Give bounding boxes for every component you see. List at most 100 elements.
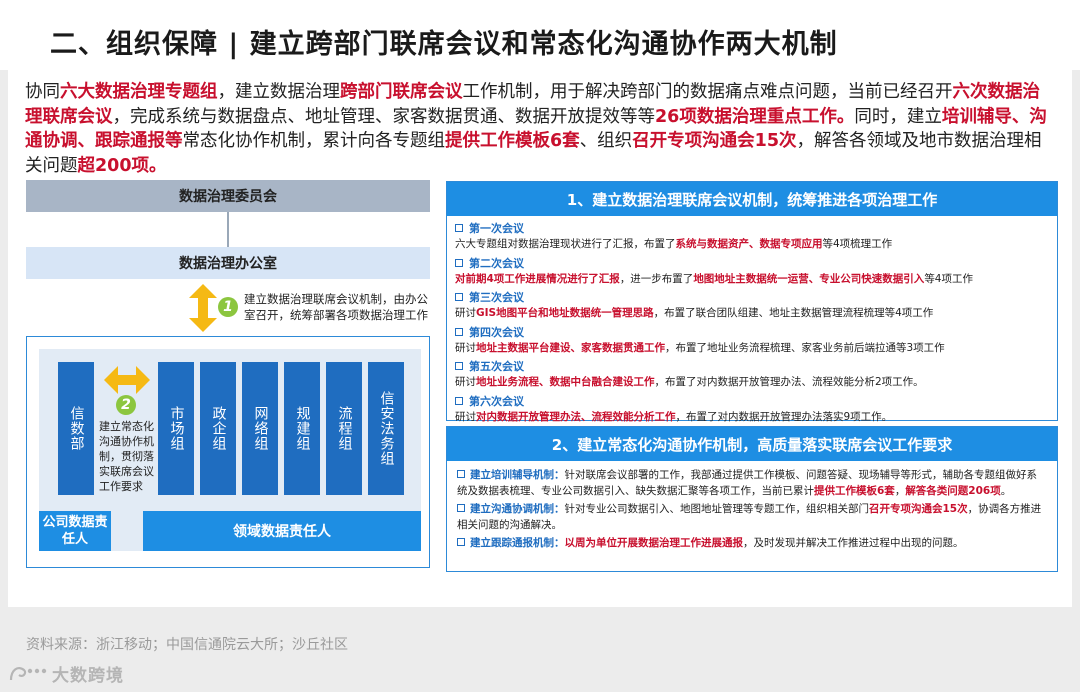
meeting-title-text: 第六次会议 [469, 394, 524, 408]
watermark-logo: 大数跨境 [8, 661, 124, 686]
meeting-list: 第一次会议六大专题组对数据治理现状进行了汇报，布置了系统与数据资产、数据专项应用… [447, 216, 1057, 425]
mechanism-text: ，及时发现并解决工作推进过程中出现的问题。 [743, 537, 964, 549]
mechanism-item: 建立跟踪通报机制：以周为单位开展数据治理工作进展通报，及时发现并解决工作推进过程… [457, 535, 1047, 551]
step-badge-1: 1 [218, 297, 238, 317]
meeting-item: 第五次会议研讨地址业务流程、数据中台融合建设工作，布置了对内数据开放管理办法、流… [447, 356, 1057, 391]
checkbox-square-icon [457, 538, 465, 546]
meeting-highlight: 对内数据开放管理办法、流程效能分析工作 [476, 410, 676, 423]
mechanism-text: ， [894, 485, 906, 497]
office-bar: 数据治理办公室 [26, 247, 430, 279]
intro-highlight: 超200项。 [77, 155, 167, 176]
meeting-title: 第四次会议 [455, 325, 1049, 341]
intro-text: 协同 [25, 82, 60, 102]
group-column: 流程组 [326, 362, 362, 495]
meeting-body: 研讨地址业务流程、数据中台融合建设工作，布置了对内数据开放管理办法、流程效能分析… [455, 375, 1049, 391]
mechanism-text: 。 [1000, 485, 1012, 497]
meeting-text: ，布置了对内数据开放管理办法、流程效能分析2项工作。 [654, 376, 924, 388]
mechanism-label: 建立跟踪通报机制： [470, 537, 565, 549]
checkbox-square-icon [455, 327, 463, 336]
title-bar: 二、组织保障 | 建立跨部门联席会议和常态化沟通协作两大机制 [0, 0, 1080, 70]
intro-highlight: 六大数据治理专题组 [60, 82, 218, 102]
meeting-text: ，布置了联合团队组建、地址主数据管理流程梳理等4项工作 [653, 307, 934, 319]
meeting-highlight: 系统与数据资产、数据专项应用 [675, 238, 823, 250]
intro-text: ，建立数据治理 [217, 82, 341, 102]
checkbox-square-icon [455, 293, 463, 301]
mechanism-list: 建立培训辅导机制：针对联席会议部署的工作，我部通过提供工作模板、问题答疑、现场辅… [447, 461, 1057, 551]
group-column: 市场组 [158, 362, 194, 495]
mechanism-highlight: 提供工作模板6套 [814, 485, 895, 497]
company-data-owner: 公司数据责任人 [39, 511, 111, 551]
intro-text: 同时，建立 [854, 106, 942, 127]
meeting-item: 第六次会议研讨对内数据开放管理办法、流程效能分析工作，布置了对内数据开放管理办法… [447, 391, 1057, 426]
meeting-title: 第六次会议 [455, 394, 1049, 410]
intro-text: 工作机制，用于解决跨部门的数据痛点难点问题，当前已经召开 [462, 82, 953, 102]
intro-text: 、组织 [579, 131, 633, 151]
meeting-item: 第二次会议对前期4项工作进展情况进行了汇报，进一步布置了地图地址主数据统一运营、… [447, 253, 1057, 288]
brand-mark-icon [9, 666, 47, 681]
mechanism-text: 针对专业公司数据引入、地图地址管理等专题工作，组织相关部门 [564, 503, 870, 515]
intro-highlight: 26项数据治理重点工作。 [655, 106, 855, 127]
meeting-item: 第三次会议研讨GIS地图平台和地址数据统一管理思路，布置了联合团队组建、地址主数… [447, 287, 1057, 322]
source-note: 资料来源：浙江移动；中国信通院云大所；沙丘社区 [26, 637, 348, 653]
meeting-title-text: 第一次会议 [469, 222, 524, 235]
meeting-title-text: 第二次会议 [469, 256, 524, 270]
joint-meeting-panel-title: 1、建立数据治理联席会议机制，统筹推进各项治理工作 [447, 182, 1057, 216]
meeting-title: 第一次会议 [455, 221, 1049, 237]
group-column-info: 信数部 [58, 362, 94, 495]
mechanism-label: 建立沟通协调机制： [470, 503, 565, 515]
checkbox-square-icon [455, 362, 463, 370]
meeting-text: 研讨 [455, 376, 476, 388]
intro-paragraph: 协同六大数据治理专题组，建立数据治理跨部门联席会议工作机制，用于解决跨部门的数据… [25, 80, 1057, 178]
intro-highlight: 提供工作模板6套 [445, 131, 580, 151]
meeting-body: 六大专题组对数据治理现状进行了汇报，布置了系统与数据资产、数据专项应用等4项梳理… [455, 237, 1049, 253]
meeting-text: 六大专题组对数据治理现状进行了汇报，布置了 [455, 238, 676, 250]
coordination-note: 建立常态化沟通协作机制，贯彻落实联席会议工作要求 [99, 420, 154, 493]
office-note: 建立数据治理联席会议机制，由办公室召开，统筹部署各项数据治理工作 [244, 292, 428, 322]
meeting-highlight: 地图地址主数据统一运营、专业公司快速数据引入 [693, 272, 925, 285]
meeting-body: 对前期4项工作进展情况进行了汇报，进一步布置了地图地址主数据统一运营、专业公司快… [455, 272, 1049, 288]
double-arrow-vertical-icon [189, 284, 217, 332]
meeting-body: 研讨GIS地图平台和地址数据统一管理思路，布置了联合团队组建、地址主数据管理流程… [455, 306, 1049, 322]
checkbox-square-icon [457, 470, 465, 478]
checkbox-square-icon [455, 258, 463, 267]
mechanism-highlight: 解答各类问题206项 [905, 485, 1001, 497]
joint-meeting-panel: 1、建立数据治理联席会议机制，统筹推进各项治理工作 第一次会议六大专题组对数据治… [446, 181, 1058, 423]
meeting-title-text: 第三次会议 [469, 291, 524, 304]
double-arrow-horizontal-icon [104, 366, 150, 394]
meeting-title: 第五次会议 [455, 359, 1049, 375]
logo-text: 大数跨境 [52, 665, 124, 686]
meeting-text: 等4项梳理工作 [822, 238, 893, 250]
intro-highlight: 召开专项沟通会15次 [632, 131, 797, 151]
meeting-text: ，布置了对内数据开放管理办法落实9项工作。 [675, 410, 893, 423]
meeting-highlight: 地址主数据平台建设、家客数据贯通工作 [476, 341, 665, 354]
mechanism-label: 建立培训辅导机制： [470, 469, 565, 481]
meeting-body: 研讨对内数据开放管理办法、流程效能分析工作，布置了对内数据开放管理办法落实9项工… [455, 410, 1049, 426]
intro-text: ，完成系统与数据盘点、地址管理、家客数据贯通、数据开放提效等等 [112, 106, 656, 127]
coordination-panel: 2、建立常态化沟通协作机制，高质量落实联席会议工作要求 建立培训辅导机制：针对联… [446, 426, 1058, 572]
meeting-highlight: 地址业务流程、数据中台融合建设工作 [476, 376, 655, 388]
committee-bar: 数据治理委员会 [26, 180, 430, 212]
mechanism-highlight: 召开专项沟通会15次 [869, 503, 968, 515]
mechanism-item: 建立培训辅导机制：针对联席会议部署的工作，我部通过提供工作模板、问题答疑、现场辅… [457, 467, 1047, 499]
group-column: 网络组 [242, 362, 278, 495]
group-column: 规建组 [284, 362, 320, 495]
intro-text: 常态化协作机制，累计向各专题组 [182, 131, 446, 151]
meeting-text: ，布置了地址业务流程梳理、家客业务前后端拉通等3项工作 [665, 341, 945, 354]
coordination-panel-title: 2、建立常态化沟通协作机制，高质量落实联席会议工作要求 [447, 427, 1057, 461]
meeting-title: 第二次会议 [455, 256, 1049, 272]
meeting-text: 等4项工作 [924, 272, 973, 285]
mechanism-highlight: 以周为单位开展数据治理工作进展通报 [564, 537, 744, 549]
group-column: 政企组 [200, 362, 236, 495]
checkbox-square-icon [455, 224, 463, 232]
meeting-item: 第四次会议 研讨地址主数据平台建设、家客数据贯通工作，布置了地址业务流程梳理、家客… [447, 322, 1057, 357]
meeting-highlight: 对前期4项工作进展情况进行了汇报 [455, 272, 620, 285]
intro-highlight: 跨部门联席会议 [340, 82, 463, 102]
meeting-text: ，进一步布置了 [619, 272, 694, 285]
connector-line [227, 212, 229, 247]
meeting-title-text: 第五次会议 [469, 360, 524, 373]
meeting-text: 研讨 [455, 307, 476, 319]
group-column: 信安法务组 [368, 362, 404, 495]
checkbox-square-icon [455, 396, 463, 405]
meeting-item: 第一次会议六大专题组对数据治理现状进行了汇报，布置了系统与数据资产、数据专项应用… [447, 216, 1057, 253]
meeting-text: 研讨 [455, 410, 476, 423]
